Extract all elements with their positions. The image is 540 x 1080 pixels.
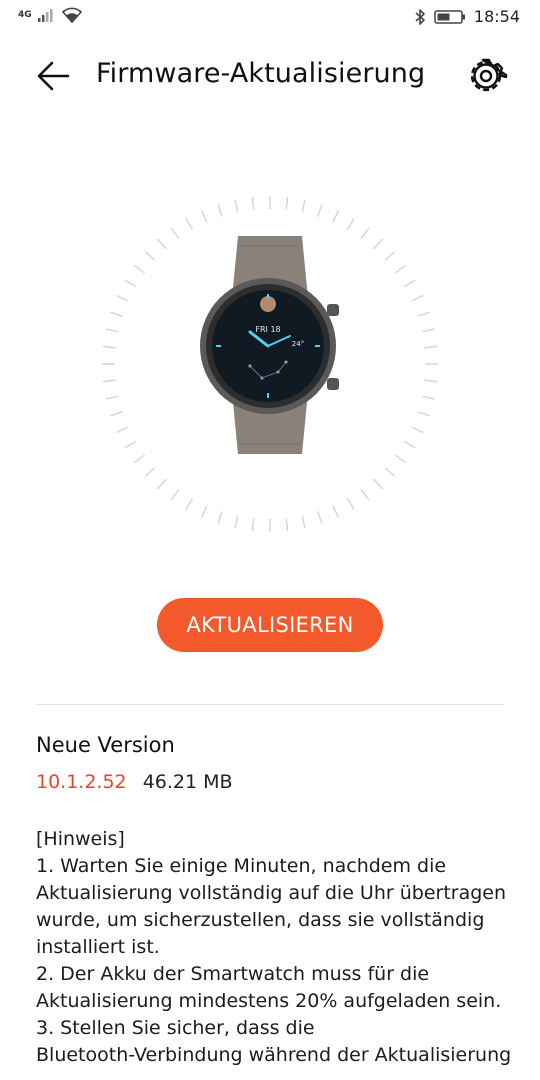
note-line: Aktualisierung vollständig auf die Uhr ü… <box>36 882 507 904</box>
dial-tick <box>417 411 431 417</box>
dial-tick <box>421 328 435 333</box>
gear-icon <box>470 58 508 92</box>
dial-tick <box>403 440 416 449</box>
dial-tick <box>251 196 255 210</box>
note-line: installiert ist. <box>36 936 160 958</box>
dial-tick <box>394 454 407 464</box>
arrow-left-icon <box>37 61 70 91</box>
dial-tick <box>332 505 340 518</box>
dial-tick <box>185 497 194 510</box>
dial-tick <box>424 345 438 349</box>
dial-tick <box>384 467 396 478</box>
dial-tick <box>346 218 355 231</box>
dial-tick <box>373 478 384 490</box>
dial-tick <box>133 454 146 464</box>
release-notes: [Hinweis] 1. Warten Sie einige Minuten, … <box>36 826 512 1069</box>
dial-tick <box>144 250 156 261</box>
dial-tick <box>234 199 239 213</box>
dial-tick <box>403 279 416 288</box>
dial-tick <box>170 227 180 240</box>
wifi-icon <box>61 7 82 23</box>
dial-tick <box>346 497 355 510</box>
dial-tick <box>156 478 167 490</box>
note-line: Aktualisierung mindestens 20% aufgeladen… <box>36 990 502 1012</box>
note-line: Bluetooth-Verbindung während der Aktuali… <box>36 1044 512 1066</box>
settings-button[interactable] <box>464 54 508 98</box>
dial-tick <box>424 379 438 383</box>
dial-tick <box>156 238 167 250</box>
dial-tick <box>332 210 340 223</box>
back-button[interactable] <box>34 56 74 96</box>
dial-tick <box>394 264 407 274</box>
dial-tick <box>116 294 129 302</box>
dial-tick <box>285 196 289 210</box>
dial-tick <box>102 379 116 383</box>
dial-tick <box>200 210 208 223</box>
status-left: 4G <box>18 7 82 23</box>
dial-tick <box>124 279 137 288</box>
version-size: 46.21 MB <box>142 771 233 793</box>
note-line: [Hinweis] <box>36 828 125 850</box>
dial-tick <box>217 203 223 217</box>
dial-tick <box>116 426 129 434</box>
battery-icon <box>434 9 465 24</box>
network-type: 4G <box>18 9 32 20</box>
note-line: 1. Warten Sie einige Minuten, nachdem di… <box>36 855 447 877</box>
dial-tick <box>360 227 370 240</box>
dial-tick <box>185 218 194 231</box>
dial-tick <box>105 328 119 333</box>
dial-tick <box>373 238 384 250</box>
watch-date: FRI 18 <box>255 325 280 334</box>
page-title: Firmware-Aktualisierung <box>96 58 426 89</box>
watch-temp: 24° <box>292 340 304 348</box>
bluetooth-icon <box>415 8 425 25</box>
dial-tick <box>133 264 146 274</box>
dial-tick <box>417 311 431 317</box>
dial-tick <box>105 395 119 400</box>
dial-tick <box>217 511 223 525</box>
dial-tick <box>301 515 306 529</box>
dial-tick <box>124 440 137 449</box>
update-button[interactable]: AKTUALISIEREN <box>157 598 383 652</box>
dial-tick <box>170 488 180 501</box>
dial-tick <box>411 294 424 302</box>
status-right: 18:54 <box>414 7 520 26</box>
note-line: 2. Der Akku der Smartwatch muss für die <box>36 963 430 985</box>
clock: 18:54 <box>473 7 520 26</box>
dial-tick <box>109 411 123 417</box>
dial-tick <box>384 250 396 261</box>
note-line: wurde, um sicherzustellen, dass sie voll… <box>36 909 485 931</box>
dial-tick <box>251 518 255 532</box>
dial-tick <box>144 467 156 478</box>
app-header: Firmware-Aktualisierung <box>0 46 540 106</box>
status-bar: 4G 18:54 <box>0 0 540 36</box>
version-row: 10.1.2.52 46.21 MB <box>36 771 233 793</box>
watch-image: FRI 18 24° <box>200 236 339 454</box>
divider <box>36 704 504 705</box>
dial-tick <box>109 311 123 317</box>
dial-tick <box>200 505 208 518</box>
dial-tick <box>234 515 239 529</box>
dial-tick <box>411 426 424 434</box>
dial-tick <box>102 345 116 349</box>
dial-tick <box>317 511 323 525</box>
dial-tick <box>360 488 370 501</box>
dial-tick <box>301 199 306 213</box>
note-line: 3. Stellen Sie sicher, dass die <box>36 1017 315 1039</box>
dial-tick <box>421 395 435 400</box>
signal-icon <box>37 9 53 22</box>
version-number: 10.1.2.52 <box>36 771 127 793</box>
new-version-heading: Neue Version <box>36 733 175 757</box>
dial-tick <box>317 203 323 217</box>
dial-tick <box>285 518 289 532</box>
